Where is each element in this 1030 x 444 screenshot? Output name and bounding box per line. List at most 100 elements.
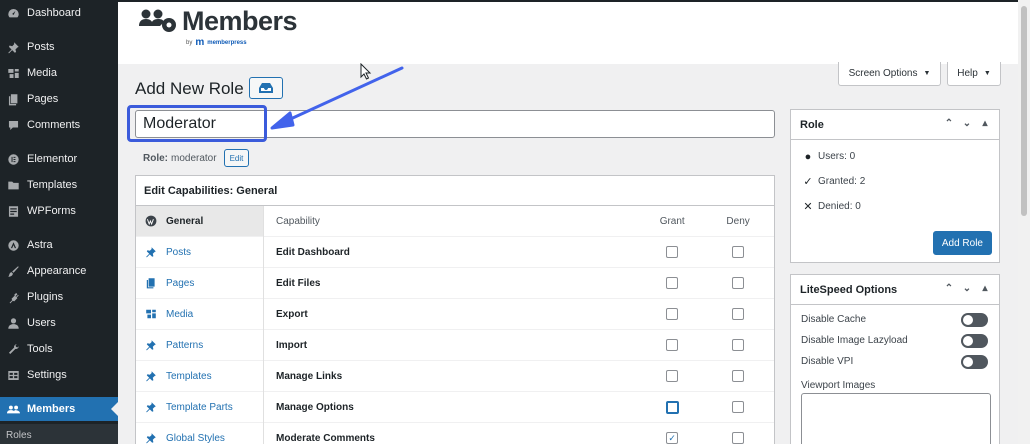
members-logo: Members (138, 6, 298, 37)
capability-name: Edit Dashboard (276, 246, 350, 258)
capabilities-panel: Edit Capabilities: General General Posts… (135, 175, 775, 444)
help-label: Help (957, 68, 978, 79)
deny-checkbox[interactable] (732, 432, 745, 444)
sidebar-item-label: Comments (27, 119, 81, 131)
sidebar-item-media[interactable]: Media (0, 61, 118, 85)
sidebar-item-plugins[interactable]: Plugins (0, 285, 118, 309)
option-label: Disable Cache (801, 314, 867, 325)
table-row: Import (264, 330, 774, 361)
grant-checkbox[interactable] (666, 339, 679, 351)
option-disable-image-lazyload: Disable Image Lazyload (791, 330, 999, 351)
sidebar-item-users[interactable]: Users (0, 311, 118, 335)
checkmark-icon: ✓ (668, 432, 676, 443)
sidebar-item-pages[interactable]: Pages (0, 87, 118, 111)
sidebar-item-astra[interactable]: Astra (0, 233, 118, 257)
add-role-button[interactable]: Add Role (932, 231, 992, 255)
viewport-images-label: Viewport Images (801, 380, 876, 391)
grant-checkbox[interactable] (665, 400, 679, 414)
column-header-grant: Grant (659, 215, 685, 227)
sidebar-item-tools[interactable]: Tools (0, 337, 118, 361)
scrollbar-thumb[interactable] (1021, 6, 1027, 216)
role-slug: Role: moderator Edit (143, 149, 250, 167)
move-down-icon[interactable]: ⌄ (961, 283, 973, 294)
sidebar-item-label: Posts (27, 41, 55, 53)
grant-checkbox[interactable] (666, 246, 679, 258)
cap-tab-patterns[interactable]: Patterns (136, 330, 263, 361)
grant-checkbox[interactable]: ✓ (666, 432, 679, 444)
user-icon (6, 316, 20, 330)
disable-vpi-toggle[interactable] (961, 354, 988, 369)
viewport-images-textarea[interactable] (801, 393, 991, 444)
media-icon (6, 66, 20, 80)
capability-name: Import (276, 339, 308, 351)
collapse-toggle-icon[interactable]: ▴ (979, 283, 991, 294)
move-up-icon[interactable]: ⌃ (943, 283, 955, 294)
help-button[interactable]: Help ▼ (947, 62, 1001, 86)
capability-name: Moderate Comments (276, 432, 375, 444)
check-icon: ✓ (803, 176, 813, 188)
sidebar-item-elementor[interactable]: Elementor (0, 147, 118, 171)
sidebar-item-settings[interactable]: Settings (0, 363, 118, 387)
sidebar-item-label: Appearance (27, 265, 87, 277)
grant-checkbox[interactable] (666, 308, 679, 320)
sidebar-item-members[interactable]: Members (0, 397, 118, 421)
sidebar-item-label: Templates (27, 179, 78, 191)
cap-tab-general[interactable]: General (136, 206, 263, 237)
cap-tab-global-styles[interactable]: Global Styles (136, 423, 263, 444)
deny-checkbox[interactable] (732, 370, 745, 382)
denied-count: ✕ Denied: 0 (791, 194, 999, 219)
sidebar-item-templates[interactable]: Templates (0, 173, 118, 197)
capability-name: Manage Links (276, 370, 343, 382)
sidebar-item-comments[interactable]: Comments (0, 113, 118, 137)
sidebar-item-label: Dashboard (27, 7, 81, 19)
sidebar-item-dashboard[interactable]: Dashboard (0, 1, 118, 25)
disable-lazyload-toggle[interactable] (961, 333, 988, 348)
dashboard-icon (6, 6, 20, 20)
page-scrollbar[interactable] (1018, 0, 1030, 444)
deny-checkbox[interactable] (732, 401, 745, 413)
collapse-toggle-icon[interactable]: ▴ (979, 118, 991, 129)
deny-checkbox[interactable] (732, 246, 745, 258)
move-up-icon[interactable]: ⌃ (943, 118, 955, 129)
role-name-input[interactable] (135, 110, 775, 138)
cap-tab-label: Global Styles (166, 432, 225, 444)
wordpress-icon (145, 215, 157, 227)
cap-tab-templates[interactable]: Templates (136, 361, 263, 392)
inbox-button[interactable] (249, 77, 283, 99)
submenu-item-roles[interactable]: Roles (0, 424, 118, 444)
deny-checkbox[interactable] (732, 308, 745, 320)
pages-icon (146, 278, 155, 289)
edit-slug-button[interactable]: Edit (223, 149, 250, 167)
capability-name: Export (276, 308, 308, 320)
cap-tab-label: Media (166, 308, 194, 320)
sidebar-item-posts[interactable]: Posts (0, 35, 118, 59)
cap-tab-label: Template Parts (166, 401, 233, 413)
grant-checkbox[interactable] (666, 277, 679, 289)
sidebar-item-appearance[interactable]: Appearance (0, 259, 118, 283)
x-icon: ✕ (803, 201, 813, 213)
deny-checkbox[interactable] (732, 277, 745, 289)
sidebar-item-wpforms[interactable]: WPForms (0, 199, 118, 223)
capabilities-table: Capability Grant Deny Edit Dashboard Edi… (263, 206, 774, 444)
grant-checkbox[interactable] (666, 370, 679, 382)
cap-tab-posts[interactable]: Posts (136, 237, 263, 268)
option-label: Disable Image Lazyload (801, 335, 908, 346)
users-count: ● Users: 0 (791, 144, 999, 169)
screen-options-button[interactable]: Screen Options ▼ (838, 62, 941, 86)
deny-checkbox[interactable] (732, 339, 745, 351)
logo-byline: by m memberpress (186, 37, 247, 48)
cap-tab-media[interactable]: Media (136, 299, 263, 330)
move-down-icon[interactable]: ⌄ (961, 118, 973, 129)
pin-icon (146, 402, 156, 413)
cap-tab-label: General (166, 215, 204, 227)
cap-tab-pages[interactable]: Pages (136, 268, 263, 299)
role-slug-label: Role: (143, 152, 168, 164)
plugin-icon (6, 290, 20, 304)
cap-tab-template-parts[interactable]: Template Parts (136, 392, 263, 423)
wrench-icon (6, 342, 20, 356)
role-summary-box: Role ⌃ ⌄ ▴ ● Users: 0 ✓ Granted: 2 ✕ Den… (790, 109, 1000, 263)
table-row: Edit Files (264, 268, 774, 299)
plugin-header: Members by m memberpress (118, 0, 1030, 64)
disable-cache-toggle[interactable] (961, 312, 988, 327)
cap-tab-label: Patterns (166, 339, 204, 351)
